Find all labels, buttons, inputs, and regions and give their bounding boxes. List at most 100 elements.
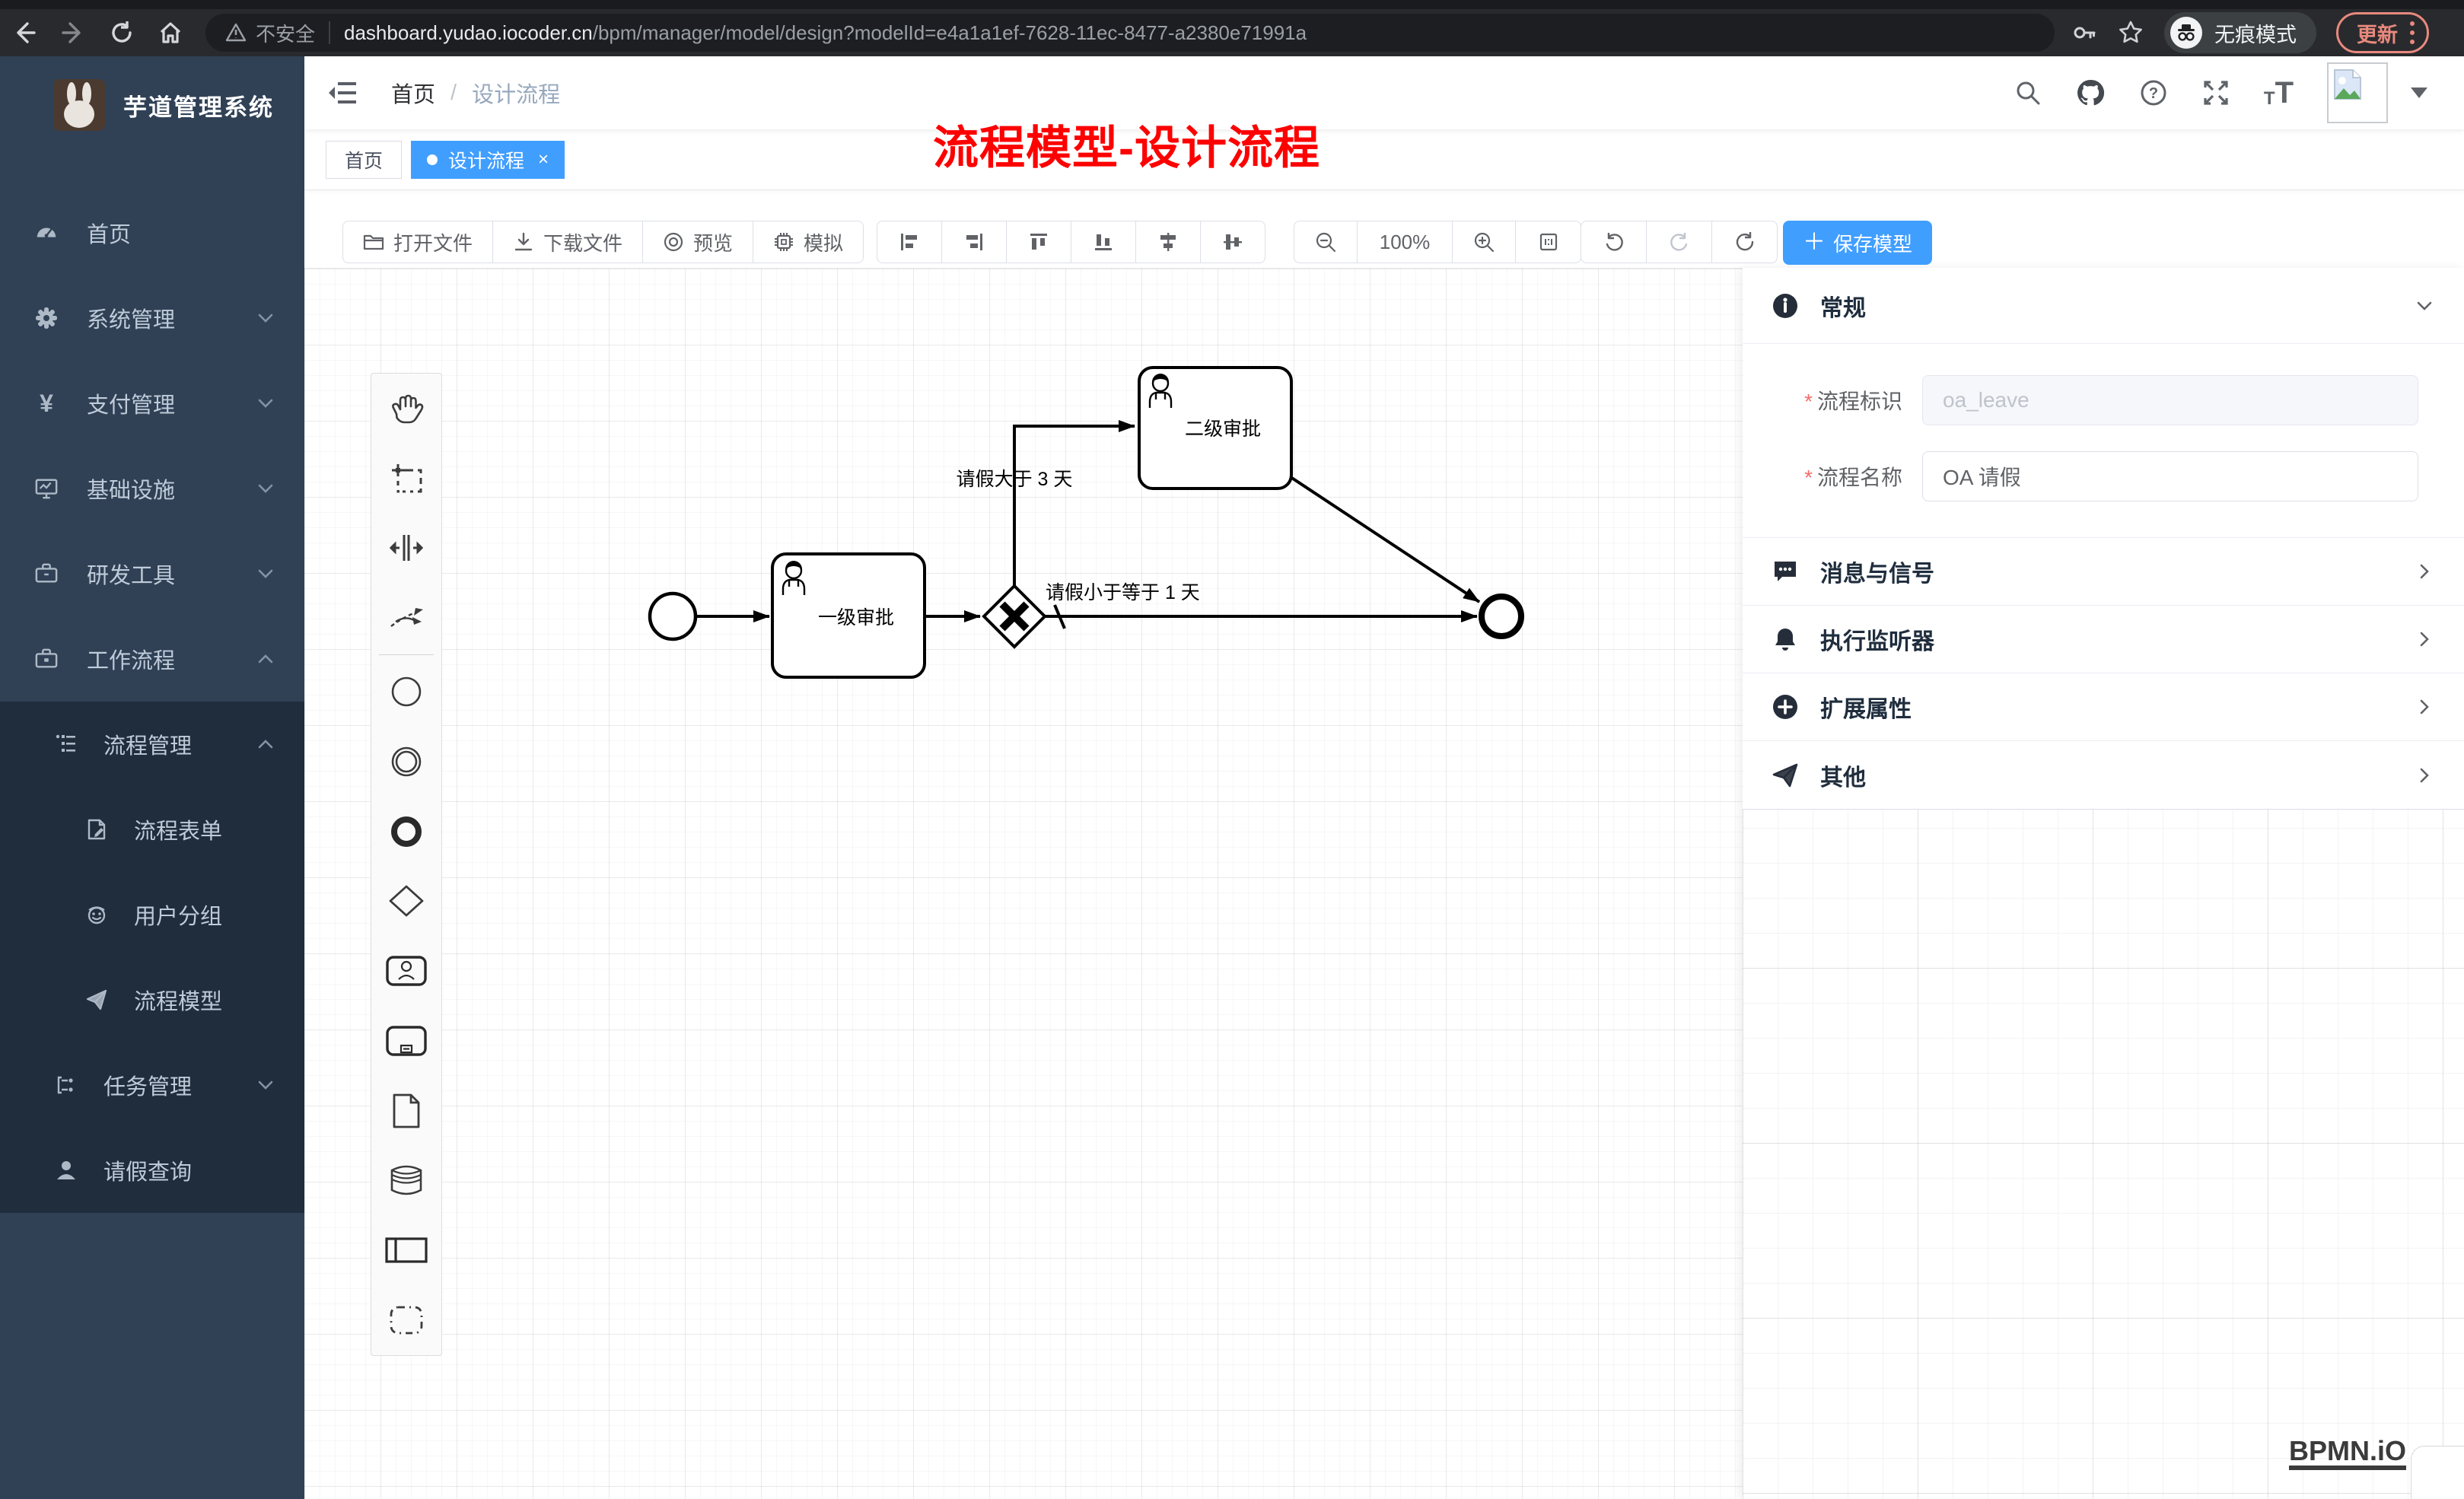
tab-home[interactable]: 首页 — [326, 141, 402, 179]
font-size-icon[interactable]: TT — [2264, 78, 2294, 108]
section-messages-signals[interactable]: 消息与信号 — [1743, 538, 2464, 606]
section-general[interactable]: 常规 — [1743, 268, 2464, 344]
zoom-in-icon — [1473, 231, 1495, 253]
sidebar-item-label: 支付管理 — [87, 387, 175, 419]
sidebar-item-label: 流程模型 — [134, 984, 222, 1016]
bookmark-star-icon[interactable] — [2117, 19, 2144, 46]
help-icon[interactable]: ? — [2139, 78, 2168, 107]
bpmn-io-logo[interactable]: BPMN.iO — [2289, 1437, 2406, 1470]
sidebar-item-infra[interactable]: 基础设施 — [0, 446, 304, 531]
download-file-button[interactable]: 下载文件 — [492, 221, 643, 263]
align-center-vertical-icon[interactable] — [1200, 221, 1265, 263]
align-right-icon[interactable] — [941, 221, 1007, 263]
sidebar-item-process-model[interactable]: 流程模型 — [0, 957, 304, 1042]
chevron-right-icon — [2414, 765, 2435, 786]
github-icon[interactable] — [2075, 78, 2106, 108]
search-icon[interactable] — [2014, 79, 2042, 107]
process-name-input[interactable] — [1922, 451, 2418, 501]
create-group-icon[interactable] — [371, 1285, 441, 1355]
required-mark: * — [1804, 466, 1813, 489]
sidebar-item-label: 任务管理 — [103, 1069, 192, 1101]
undo-button[interactable] — [1581, 221, 1647, 263]
broken-image-icon — [2333, 68, 2362, 100]
section-other[interactable]: 其他 — [1743, 741, 2464, 809]
open-file-button[interactable]: 打开文件 — [342, 221, 493, 263]
corner-widget — [2411, 1446, 2464, 1499]
tree-list-icon — [55, 733, 78, 756]
chevron-right-icon — [2414, 629, 2435, 650]
update-button[interactable]: 更新 — [2336, 12, 2429, 53]
monitor-icon — [35, 477, 58, 500]
global-connect-icon[interactable] — [371, 583, 441, 653]
create-data-object-icon[interactable] — [371, 1076, 441, 1146]
chevron-down-icon — [256, 308, 275, 328]
sidebar-item-devtools[interactable]: 研发工具 — [0, 531, 304, 616]
caret-down-icon[interactable] — [2411, 88, 2427, 98]
back-icon[interactable] — [0, 15, 49, 50]
sidebar-item-process-form[interactable]: 流程表单 — [0, 787, 304, 872]
sidebar-item-home[interactable]: 首页 — [0, 190, 304, 275]
create-data-store-icon[interactable] — [371, 1146, 441, 1216]
create-gateway-icon[interactable] — [371, 866, 441, 936]
password-key-icon[interactable] — [2071, 20, 2097, 46]
section-extended-properties[interactable]: 扩展属性 — [1743, 673, 2464, 741]
create-user-task-icon[interactable] — [371, 936, 441, 1006]
browser-menu-icon[interactable] — [2410, 21, 2415, 44]
sidebar-item-user-groups[interactable]: 用户分组 — [0, 872, 304, 957]
align-center-horizontal-icon[interactable] — [1135, 221, 1201, 263]
create-intermediate-event-icon[interactable] — [371, 727, 441, 797]
hand-tool-icon[interactable] — [371, 374, 441, 444]
required-mark: * — [1804, 390, 1813, 413]
align-top-icon[interactable] — [1006, 221, 1071, 263]
zoom-reset-button[interactable] — [1515, 221, 1581, 263]
preview-button[interactable]: 预览 — [642, 221, 753, 263]
home-icon[interactable] — [146, 15, 195, 50]
yen-icon: ¥ — [35, 392, 58, 415]
space-tool-icon[interactable] — [371, 514, 441, 584]
avatar[interactable] — [2327, 62, 2388, 123]
sidebar-item-system[interactable]: 系统管理 — [0, 275, 304, 361]
sidebar-item-task-mgmt[interactable]: 任务管理 — [0, 1042, 304, 1128]
create-start-event-icon[interactable] — [371, 657, 441, 727]
align-left-icon[interactable] — [877, 221, 942, 263]
align-bottom-icon[interactable] — [1071, 221, 1136, 263]
section-execution-listeners[interactable]: 执行监听器 — [1743, 606, 2464, 673]
sidebar-item-leave-query[interactable]: 请假查询 — [0, 1128, 304, 1213]
restart-button[interactable] — [1711, 221, 1778, 263]
redo-icon — [1669, 231, 1690, 253]
process-key-input[interactable] — [1922, 375, 2418, 425]
zoom-out-icon — [1315, 231, 1336, 253]
create-participant-icon[interactable] — [371, 1215, 441, 1285]
sidebar-item-workflow[interactable]: 工作流程 — [0, 616, 304, 702]
close-icon[interactable]: × — [538, 151, 549, 169]
gear-icon — [35, 307, 58, 329]
tab-design-process[interactable]: 设计流程 × — [411, 141, 565, 179]
save-label: 保存模型 — [1833, 229, 1912, 257]
sidebar-item-payment[interactable]: ¥ 支付管理 — [0, 361, 304, 446]
lasso-tool-icon[interactable] — [371, 444, 441, 514]
zoom-value: 100% — [1380, 231, 1431, 254]
redo-button[interactable] — [1646, 221, 1712, 263]
sidebar-item-label: 用户分组 — [134, 899, 222, 931]
briefcase-icon — [35, 648, 58, 670]
section-title: 执行监听器 — [1820, 622, 1934, 656]
sidebar-item-label: 首页 — [87, 217, 131, 249]
zoom-out-button[interactable] — [1294, 221, 1358, 263]
zoom-in-button[interactable] — [1452, 221, 1516, 263]
tags-view-bar: 首页 设计流程 × — [304, 129, 2464, 190]
bell-icon — [1772, 625, 1799, 653]
reload-icon[interactable] — [97, 15, 146, 50]
create-end-event-icon[interactable] — [371, 797, 441, 867]
forward-icon[interactable] — [49, 15, 97, 50]
simulate-button[interactable]: 模拟 — [753, 221, 864, 263]
form-edit-icon — [85, 818, 108, 841]
url-bar[interactable]: 不安全 dashboard.yudao.iocoder.cn/bpm/manag… — [205, 14, 2055, 52]
breadcrumb-separator: / — [450, 81, 457, 106]
zoom-button-group: 100% — [1294, 221, 1581, 263]
save-model-button[interactable]: ＋ 保存模型 — [1783, 221, 1932, 265]
sidebar-fold-icon[interactable] — [327, 79, 358, 107]
create-subprocess-icon[interactable] — [371, 1006, 441, 1076]
fullscreen-icon[interactable] — [2201, 78, 2230, 107]
breadcrumb-home[interactable]: 首页 — [391, 77, 435, 109]
sidebar-item-process-mgmt[interactable]: 流程管理 — [0, 702, 304, 787]
